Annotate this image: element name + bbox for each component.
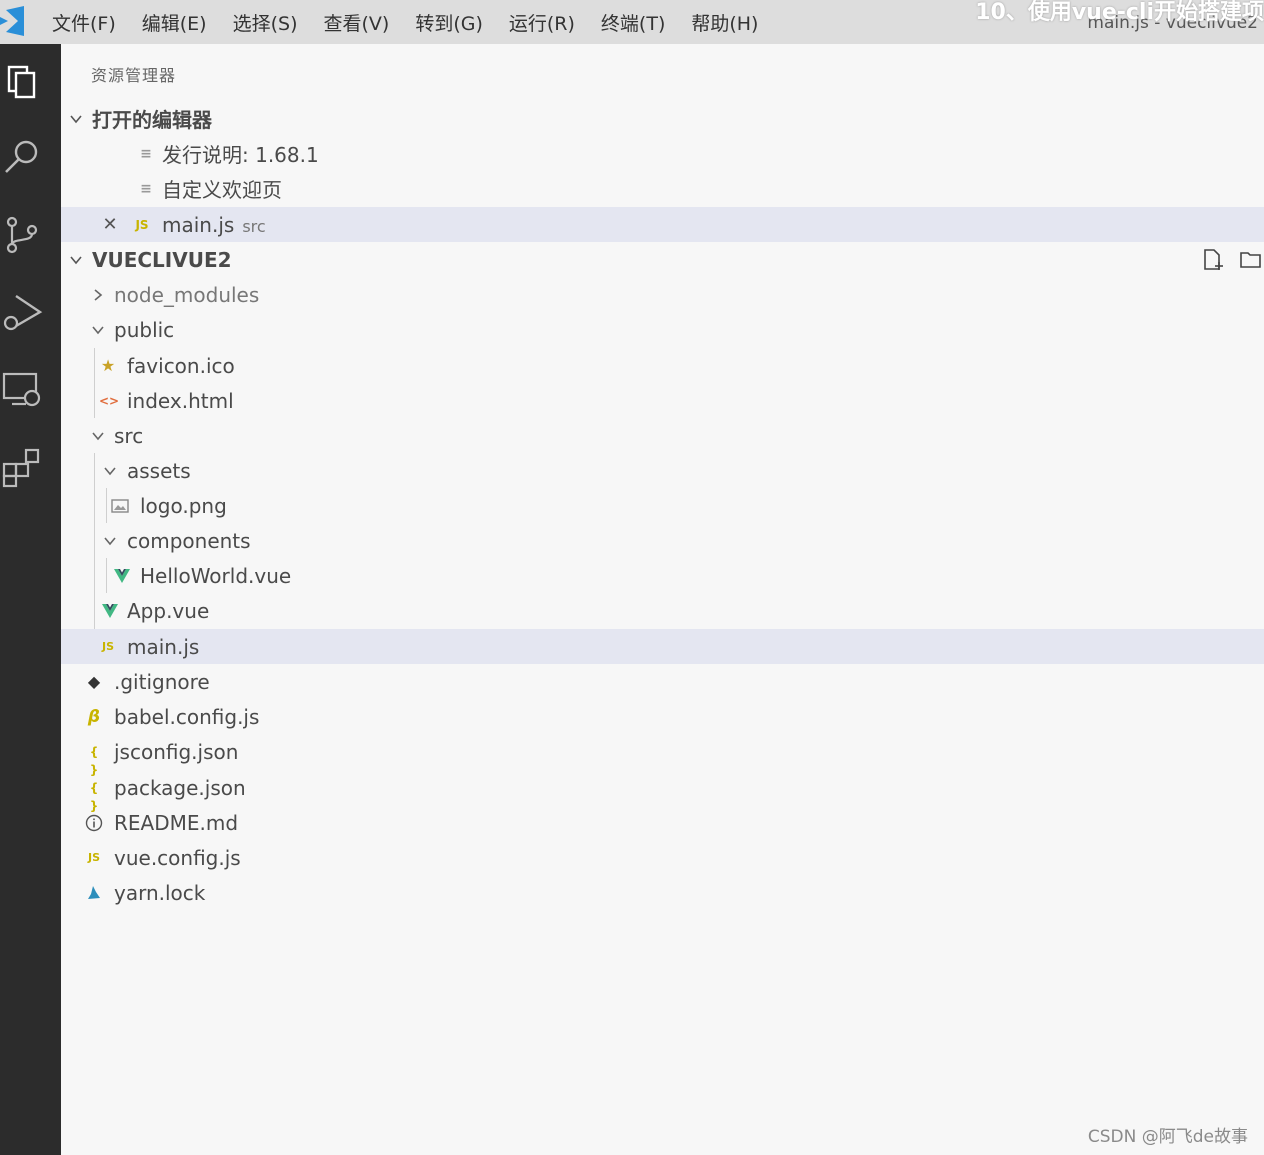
open-editors-label: 打开的编辑器 [92, 108, 212, 132]
image-icon [111, 497, 129, 515]
tree-file[interactable]: { } jsconfig.json [61, 734, 1264, 777]
menu-go[interactable]: 转到(G) [415, 9, 483, 36]
tree-file[interactable]: HelloWorld.vue [61, 558, 1264, 593]
chevron-down-icon [103, 534, 117, 548]
tree-folder[interactable]: components [61, 523, 1264, 558]
chevron-down-icon [91, 323, 105, 337]
project-header[interactable]: VUECLIVUE2 [61, 242, 1264, 277]
chevron-right-icon [91, 288, 105, 302]
tree-file[interactable]: <> index.html [61, 383, 1264, 418]
tree-file[interactable]: yarn.lock [61, 875, 1264, 910]
menu-file[interactable]: 文件(F) [52, 9, 116, 36]
open-editors-header[interactable]: 打开的编辑器 [61, 101, 1264, 136]
explorer-files-icon[interactable] [0, 58, 46, 104]
tree-folder[interactable]: public [61, 312, 1264, 347]
chevron-down-icon [69, 112, 83, 126]
js-icon: JS [135, 217, 149, 232]
csdn-watermark: CSDN @阿飞de故事 [1087, 1127, 1248, 1147]
remote-explorer-icon[interactable] [0, 368, 46, 414]
star-icon: ★ [100, 355, 116, 375]
tree-folder[interactable]: src [61, 418, 1264, 453]
run-debug-icon[interactable] [0, 290, 46, 336]
tree-file-active[interactable]: JS main.js [61, 629, 1264, 664]
open-editor-item-active[interactable]: ✕ JS main.js src [61, 207, 1264, 242]
json-icon: { } [89, 744, 99, 777]
open-editor-item[interactable]: ≡ 发行说明: 1.68.1 [61, 136, 1264, 171]
tree-file[interactable]: ★ favicon.ico [61, 348, 1264, 383]
open-editor-label: main.js src [162, 212, 266, 237]
menu-terminal[interactable]: 终端(T) [601, 9, 665, 36]
extensions-icon[interactable] [0, 444, 46, 490]
chevron-down-icon [91, 429, 105, 443]
tree-file[interactable]: logo.png [61, 488, 1264, 523]
search-icon[interactable] [0, 134, 46, 180]
preview-icon: ≡ [140, 145, 152, 162]
menu-bar: 文件(F) 编辑(E) 选择(S) 查看(V) 转到(G) 运行(R) 终端(T… [52, 0, 784, 44]
tree-folder[interactable]: assets [61, 453, 1264, 488]
new-file-icon[interactable] [1200, 247, 1226, 273]
preview-icon: ≡ [140, 180, 152, 197]
js-icon: JS [101, 639, 114, 653]
title-bar: 文件(F) 编辑(E) 选择(S) 查看(V) 转到(G) 运行(R) 终端(T… [0, 0, 1264, 44]
yarn-icon [85, 884, 103, 902]
open-editor-label: 发行说明: 1.68.1 [162, 143, 319, 167]
menu-view[interactable]: 查看(V) [324, 9, 390, 36]
git-icon: ◆ [87, 671, 101, 691]
activity-bar [0, 44, 61, 1155]
menu-help[interactable]: 帮助(H) [691, 9, 758, 36]
js-icon: JS [87, 850, 100, 864]
tree-file[interactable]: ◆ .gitignore [61, 664, 1264, 699]
html-icon: <> [99, 393, 120, 408]
tree-file[interactable]: { } package.json [61, 770, 1264, 813]
menu-selection[interactable]: 选择(S) [233, 9, 298, 36]
menu-run[interactable]: 运行(R) [509, 9, 575, 36]
tree-folder[interactable]: node_modules [61, 277, 1264, 312]
explorer-actions [1200, 242, 1264, 277]
open-editor-item[interactable]: ≡ 自定义欢迎页 [61, 171, 1264, 206]
tree-file[interactable]: β babel.config.js [61, 699, 1264, 734]
vue-icon [101, 602, 119, 620]
explorer-title: 资源管理器 [91, 66, 177, 85]
project-folder-label: VUECLIVUE2 [92, 247, 232, 272]
video-caption: 10、使用vue-cli开始搭建项 [975, 0, 1264, 25]
menu-edit[interactable]: 编辑(E) [142, 9, 207, 36]
source-control-icon[interactable] [0, 212, 46, 258]
chevron-down-icon [103, 464, 117, 478]
new-folder-icon[interactable] [1238, 247, 1264, 273]
tree-file[interactable]: README.md [61, 805, 1264, 840]
vue-icon [113, 567, 131, 585]
info-icon [85, 814, 103, 832]
explorer-sidebar: 资源管理器 打开的编辑器 ≡ 发行说明: 1.68.1 ≡ 自定义欢迎页 ✕ J… [61, 44, 1264, 1155]
vscode-logo-icon [0, 6, 28, 36]
close-icon[interactable]: ✕ [101, 215, 119, 234]
open-editor-label: 自定义欢迎页 [162, 178, 282, 202]
tree-file[interactable]: App.vue [61, 593, 1264, 628]
tree-file[interactable]: JS vue.config.js [61, 840, 1264, 875]
babel-icon: β [87, 706, 101, 727]
json-icon: { } [89, 780, 99, 813]
chevron-down-icon [69, 253, 83, 267]
